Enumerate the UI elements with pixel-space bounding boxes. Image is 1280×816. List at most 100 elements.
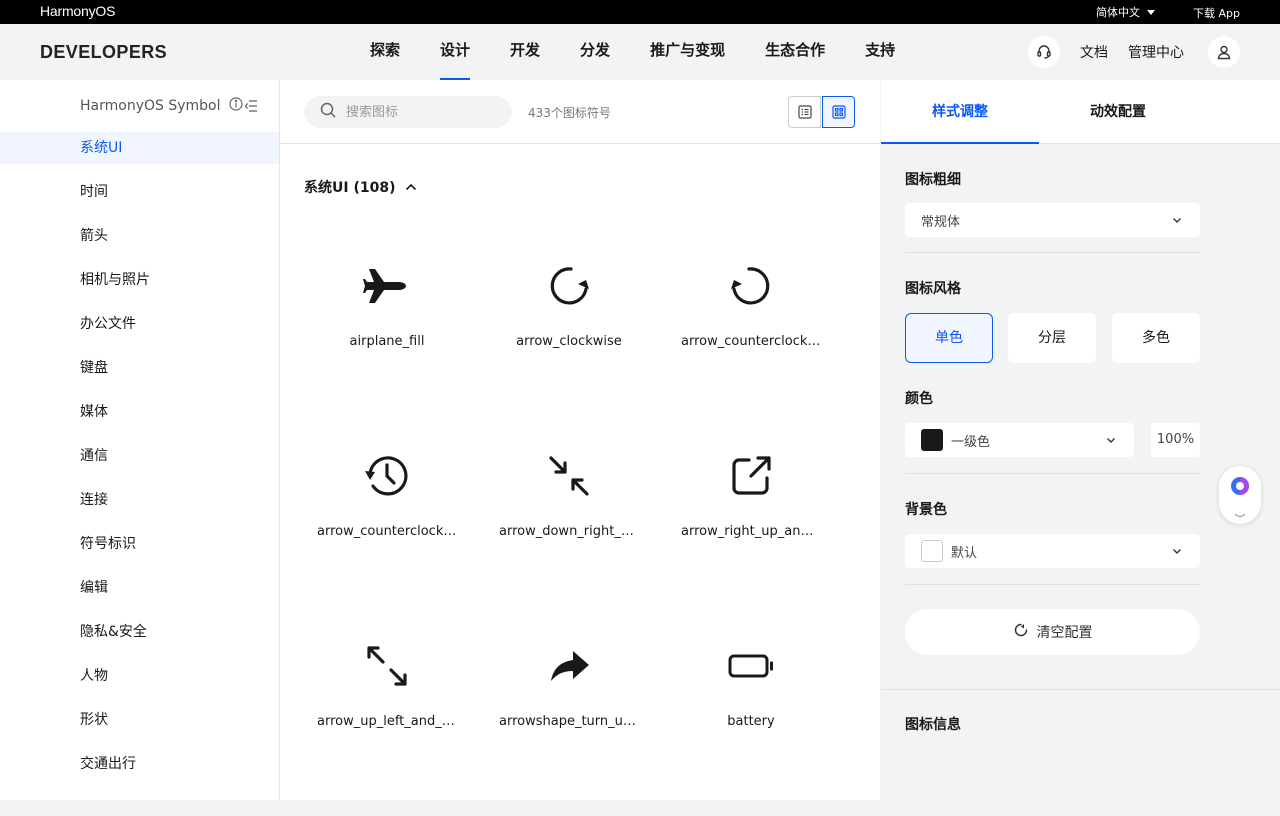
language-label: 简体中文: [1096, 6, 1140, 19]
section-divider: [905, 584, 1200, 585]
icon-card[interactable]: arrow_down_right_and_arrow_up_left: [485, 434, 653, 554]
nav-develop[interactable]: 开发: [490, 24, 560, 80]
icon-info-label: 图标信息: [905, 717, 961, 733]
arrow-clockwise-icon: [543, 260, 595, 312]
chevron-up-icon[interactable]: [405, 179, 417, 195]
sidebar-item-transport[interactable]: 交通出行: [0, 748, 279, 780]
sidebar-item-system-ui[interactable]: 系统UI: [0, 132, 279, 164]
settings-panel: 样式调整 动效配置 图标粗细 常规体 图标风格 单色 分层 多色 颜色 一级色 …: [881, 80, 1280, 800]
site-header: DEVELOPERS 探索 设计 开发 分发 推广与变现 生态合作 支持 文档 …: [0, 24, 1280, 80]
page-bottom: [0, 800, 1280, 816]
icon-name: arrow_right_up_and_square: [681, 524, 821, 539]
download-app-link[interactable]: 下载 App: [1193, 5, 1240, 21]
style-mono-button[interactable]: 单色: [905, 313, 993, 363]
info-icon[interactable]: [228, 97, 243, 115]
sidebar-item-camera-photos[interactable]: 相机与照片: [0, 264, 279, 296]
color-swatch: [921, 429, 943, 451]
icon-card[interactable]: airplane_fill: [303, 244, 471, 364]
nav-ecosystem[interactable]: 生态合作: [745, 24, 845, 80]
search-icon: [320, 102, 336, 122]
style-layered-button[interactable]: 分层: [1008, 313, 1096, 363]
sidebar-item-editing[interactable]: 编辑: [0, 572, 279, 604]
arrowshape-turn-icon: [543, 640, 595, 692]
section-divider: [905, 252, 1200, 253]
chevron-down-icon: [1106, 434, 1116, 449]
icon-card[interactable]: arrowshape_turn_up_right_fill: [485, 624, 653, 744]
nav-explore[interactable]: 探索: [350, 24, 420, 80]
background-value: 默认: [951, 545, 978, 561]
nav-support[interactable]: 支持: [845, 24, 915, 80]
style-multicolor-button[interactable]: 多色: [1112, 313, 1200, 363]
arrow-counterclockwise-clock-icon: [361, 450, 413, 502]
clear-config-label: 清空配置: [1036, 625, 1093, 641]
icon-name: battery: [727, 714, 775, 729]
support-chat-icon[interactable]: [1028, 36, 1060, 68]
tab-style[interactable]: 样式调整: [881, 80, 1039, 144]
toolbar-divider: [280, 143, 880, 144]
icon-browser: 433个图标符号 系统UI (108) airplane_fill arrow_…: [280, 80, 880, 800]
language-selector[interactable]: 简体中文: [1096, 4, 1155, 20]
list-view-button[interactable]: [788, 96, 821, 128]
icon-card[interactable]: battery: [667, 624, 835, 744]
style-label: 图标风格: [905, 281, 961, 297]
icon-card[interactable]: arrow_right_up_and_square: [667, 434, 835, 554]
settings-tabs: 样式调整 动效配置: [881, 80, 1280, 144]
sidebar-item-connectivity[interactable]: 连接: [0, 484, 279, 516]
weight-select[interactable]: 常规体: [905, 203, 1200, 237]
icon-name: arrowshape_turn_up_right_fill: [499, 714, 639, 729]
nav-design[interactable]: 设计: [420, 24, 490, 80]
sidebar-item-symbols[interactable]: 符号标识: [0, 528, 279, 560]
search-box[interactable]: [304, 96, 512, 128]
color-label: 颜色: [905, 391, 933, 407]
opacity-field[interactable]: 100%: [1151, 423, 1200, 457]
icon-name: arrow_down_right_and_arrow_up_left: [499, 524, 639, 539]
assistant-float-button[interactable]: [1219, 466, 1261, 524]
sidebar-item-keyboard[interactable]: 键盘: [0, 352, 279, 384]
icon-name: arrow_counterclockwise: [681, 334, 821, 349]
sidebar-item-shapes[interactable]: 形状: [0, 704, 279, 736]
nav-promote[interactable]: 推广与变现: [630, 24, 745, 80]
top-bar: HarmonyOS 简体中文 下载 App: [0, 0, 1280, 24]
arrow-down-right-and-up-left-icon: [543, 450, 595, 502]
sidebar-item-privacy-security[interactable]: 隐私&安全: [0, 616, 279, 648]
management-center-link[interactable]: 管理中心: [1128, 42, 1184, 62]
background-swatch: [921, 540, 943, 562]
category-sidebar: HarmonyOS Symbol 系统UI 时间 箭头 相机与照片 办公文件 键…: [0, 80, 280, 800]
section-header[interactable]: 系统UI (108): [304, 177, 417, 197]
user-avatar-icon[interactable]: [1208, 36, 1240, 68]
sidebar-item-communication[interactable]: 通信: [0, 440, 279, 472]
sidebar-item-arrows[interactable]: 箭头: [0, 220, 279, 252]
airplane-icon: [361, 260, 413, 312]
arrow-right-up-square-icon: [725, 450, 777, 502]
background-select[interactable]: 默认: [905, 534, 1200, 568]
color-select[interactable]: 一级色: [905, 423, 1134, 457]
tab-animation[interactable]: 动效配置: [1039, 80, 1197, 144]
sidebar-item-office-files[interactable]: 办公文件: [0, 308, 279, 340]
color-value: 一级色: [951, 434, 991, 450]
weight-value: 常规体: [921, 214, 961, 230]
clear-config-button[interactable]: 清空配置: [905, 609, 1200, 655]
developers-logo[interactable]: DEVELOPERS: [40, 42, 167, 63]
chevron-down-icon: [1234, 504, 1246, 523]
nav-distribute[interactable]: 分发: [560, 24, 630, 80]
collapse-sidebar-icon[interactable]: [244, 98, 258, 117]
icon-card[interactable]: arrow_clockwise: [485, 244, 653, 364]
chevron-down-icon: [1172, 214, 1182, 229]
list-view-icon: [797, 105, 812, 119]
icon-card[interactable]: arrow_counterclockwise_clock: [303, 434, 471, 554]
sidebar-item-time[interactable]: 时间: [0, 176, 279, 208]
refresh-icon: [1013, 622, 1029, 642]
icon-name: arrow_counterclockwise_clock: [317, 524, 457, 539]
section-divider: [905, 473, 1200, 474]
sidebar-item-people[interactable]: 人物: [0, 660, 279, 692]
icon-name: airplane_fill: [349, 334, 425, 349]
harmonyos-brand[interactable]: HarmonyOS: [40, 3, 115, 19]
main-nav: 探索 设计 开发 分发 推广与变现 生态合作 支持: [350, 24, 915, 80]
sidebar-item-media[interactable]: 媒体: [0, 396, 279, 428]
grid-view-button[interactable]: [822, 96, 855, 128]
docs-link[interactable]: 文档: [1080, 42, 1108, 62]
search-input[interactable]: [346, 104, 486, 120]
icon-card[interactable]: arrow_counterclockwise: [667, 244, 835, 364]
icon-card[interactable]: arrow_up_left_and_arrow_down_right: [303, 624, 471, 744]
sidebar-title: HarmonyOS Symbol: [80, 98, 221, 114]
